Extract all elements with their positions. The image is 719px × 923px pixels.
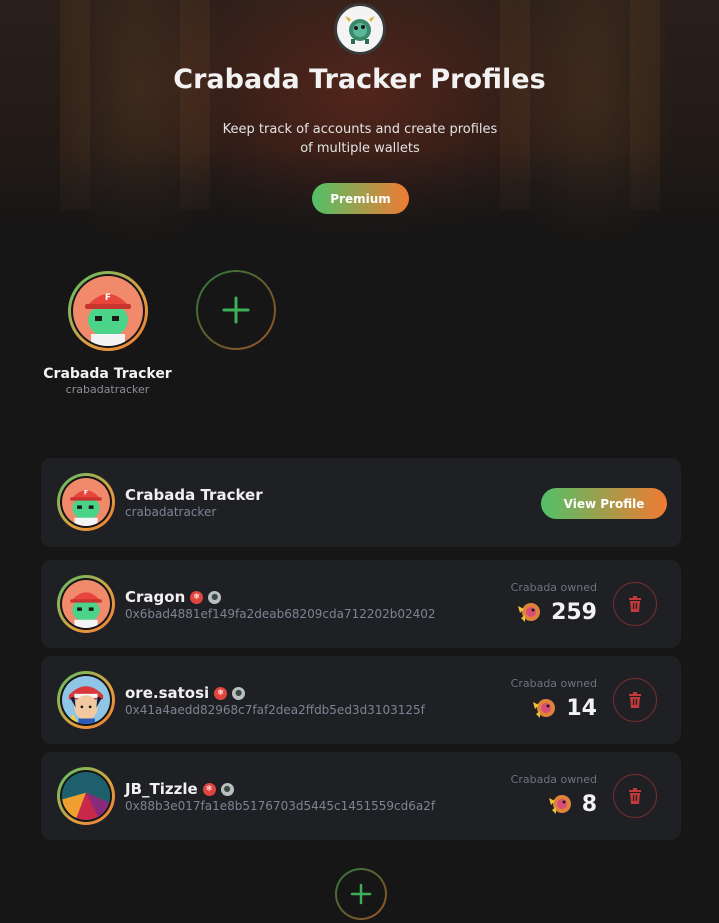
crabada-owned-label: Crabada owned — [510, 773, 597, 786]
avalanche-chain-icon: ❄ — [214, 686, 228, 700]
crabada-owned-count: 259 — [515, 598, 597, 626]
profile-card: F Crabada Tracker crabadatracker View Pr… — [41, 458, 681, 547]
view-profile-button[interactable]: View Profile — [541, 488, 667, 519]
avalanche-chain-icon: ❄ — [202, 782, 216, 796]
plus-icon — [222, 296, 250, 324]
crab-sprite-icon — [548, 795, 571, 814]
active-profile-name: Crabada Tracker — [43, 366, 172, 382]
svg-text:F: F — [84, 489, 88, 496]
crab-logo-icon — [345, 16, 375, 44]
crab-token-icon: ● — [220, 782, 234, 796]
trash-icon — [629, 596, 641, 612]
crab-token-icon: ● — [208, 590, 222, 604]
crab-sprite-icon — [518, 603, 541, 622]
page-title: Crabada Tracker Profiles — [173, 64, 546, 95]
delete-wallet-button[interactable] — [613, 774, 657, 818]
avalanche-chain-icon: ❄ — [190, 590, 204, 604]
profile-card-name: Crabada Tracker — [125, 486, 263, 504]
active-profile-handle: crabadatracker — [65, 383, 150, 396]
wallet-name: ore.satosi ❄ ● — [125, 684, 246, 702]
profile-card-avatar: F — [57, 473, 115, 531]
add-wallet-button[interactable] — [335, 868, 387, 920]
crabada-owned-label: Crabada owned — [510, 677, 597, 690]
wallet-address: 0x6bad4881ef149fa2deab68209cda712202b024… — [125, 607, 436, 621]
delete-wallet-button[interactable] — [613, 678, 657, 722]
crab-cap-avatar-icon: F — [73, 276, 143, 346]
crab-sprite-icon — [533, 699, 556, 718]
wallet-avatar — [57, 767, 115, 825]
wallet-card: ore.satosi ❄ ● 0x41a4aedd82968c7faf2dea2… — [41, 656, 681, 744]
app-logo — [334, 3, 386, 55]
premium-button[interactable]: Premium — [312, 183, 409, 214]
plus-icon — [350, 883, 372, 905]
wallet-card: JB_Tizzle ❄ ● 0x88b3e017fa1e8b5176703d54… — [41, 752, 681, 840]
add-profile-button[interactable] — [196, 270, 276, 350]
wallet-card: Cragon ❄ ● 0x6bad4881ef149fa2deab68209cd… — [41, 560, 681, 648]
crabada-owned-count: 8 — [546, 790, 597, 818]
crab-cap-avatar-icon — [62, 580, 110, 628]
wallet-address: 0x41a4aedd82968c7faf2dea2ffdb5ed3d310312… — [125, 703, 425, 717]
wallet-name: Cragon ❄ ● — [125, 588, 222, 606]
trash-icon — [629, 788, 641, 804]
trash-icon — [629, 692, 641, 708]
wallet-name: JB_Tizzle ❄ ● — [125, 780, 234, 798]
crabada-owned-count: 14 — [530, 694, 597, 722]
wallet-address: 0x88b3e017fa1e8b5176703d5445c1451559cd6a… — [125, 799, 436, 813]
crabada-owned-label: Crabada owned — [510, 581, 597, 594]
active-profile-avatar[interactable]: F — [68, 271, 148, 351]
crab-token-icon: ● — [232, 686, 246, 700]
svg-text:F: F — [105, 293, 111, 303]
profile-card-handle: crabadatracker — [125, 505, 217, 519]
anime-trainer-avatar-icon — [62, 676, 110, 724]
crab-cap-avatar-icon: F — [62, 478, 110, 526]
page-subtitle: Keep track of accounts and create profil… — [222, 122, 498, 156]
wallet-avatar — [57, 671, 115, 729]
geometric-avatar-icon — [62, 772, 110, 820]
delete-wallet-button[interactable] — [613, 582, 657, 626]
wallet-avatar — [57, 575, 115, 633]
